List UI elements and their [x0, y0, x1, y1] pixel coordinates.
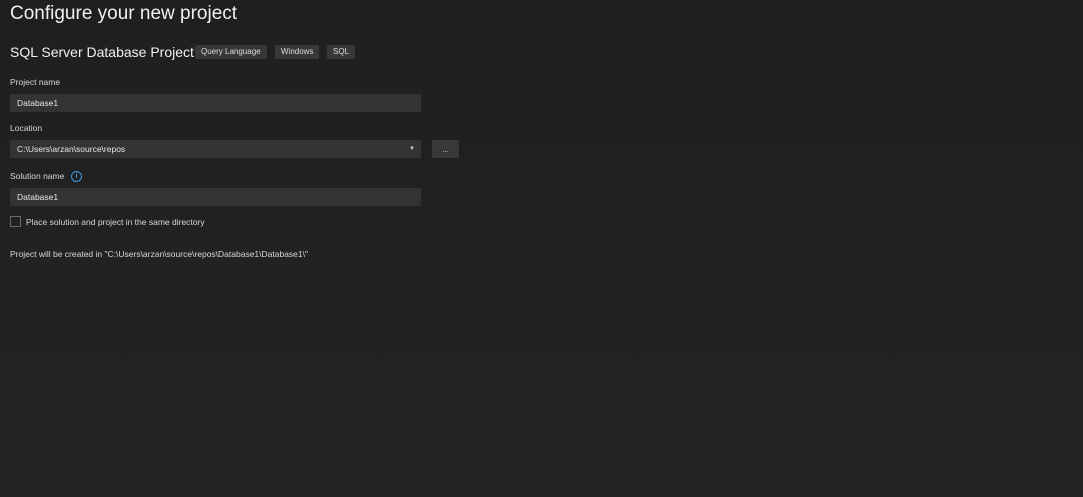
solution-name-label: Solution name	[10, 171, 65, 181]
tag-query-language: Query Language	[195, 45, 267, 59]
info-icon[interactable]: i	[71, 171, 82, 182]
project-location-summary: Project will be created in "C:\Users\arz…	[10, 249, 309, 259]
solution-name-input[interactable]: Database1	[10, 188, 421, 206]
project-type-title: SQL Server Database Project	[10, 44, 194, 60]
page-title: Configure your new project	[10, 3, 238, 24]
browse-button[interactable]: ...	[432, 140, 459, 158]
tag-sql: SQL	[327, 45, 356, 59]
same-directory-checkbox[interactable]	[10, 216, 21, 227]
chevron-down-icon[interactable]: ▼	[409, 140, 415, 158]
project-name-label: Project name	[10, 77, 61, 87]
same-directory-label[interactable]: Place solution and project in the same d…	[26, 217, 205, 227]
location-value: C:\Users\arzan\source\repos	[17, 144, 126, 154]
project-name-input[interactable]: Database1	[10, 94, 421, 112]
location-combobox[interactable]: C:\Users\arzan\source\repos ▼	[10, 140, 421, 158]
location-label: Location	[10, 123, 43, 133]
tag-windows: Windows	[275, 45, 320, 59]
